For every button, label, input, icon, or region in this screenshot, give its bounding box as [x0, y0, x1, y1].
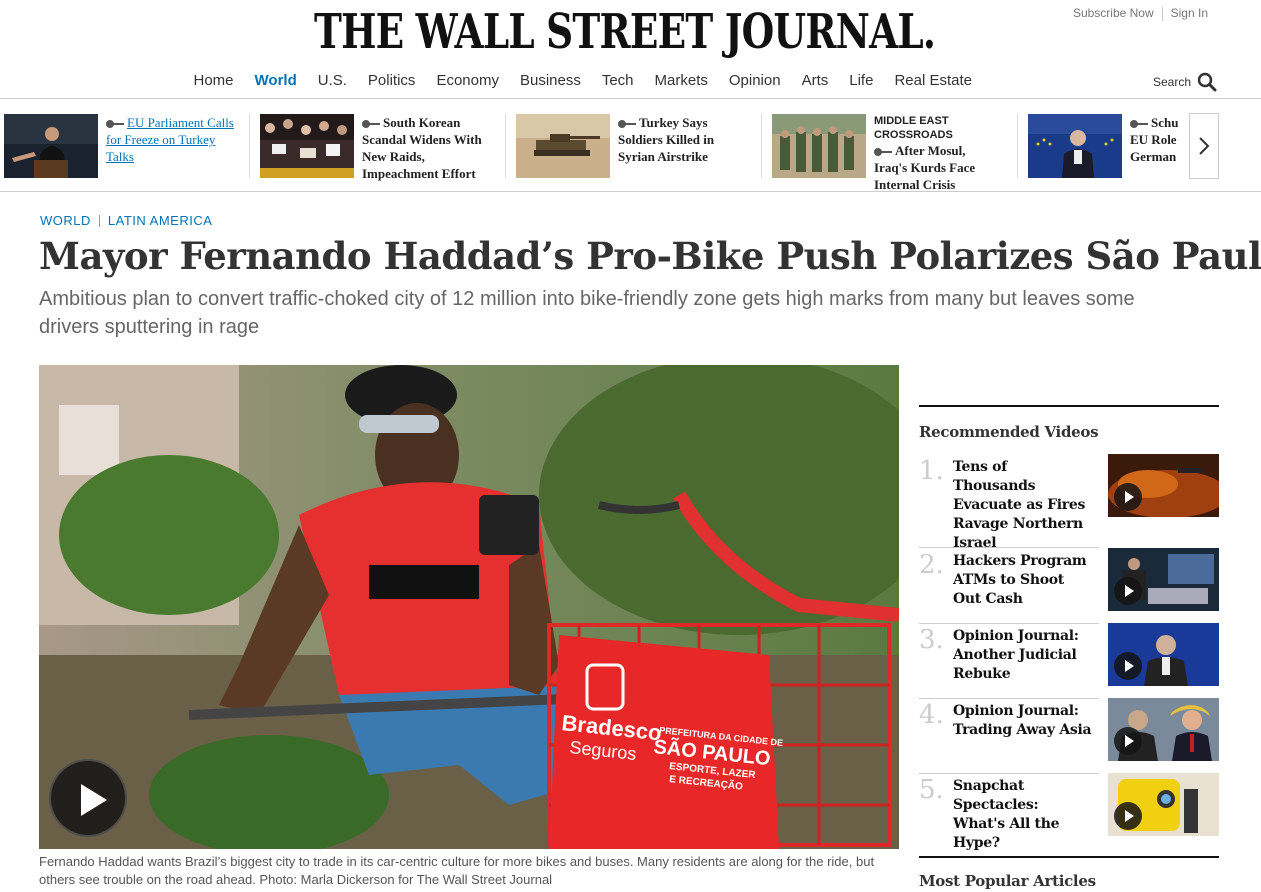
key-icon [106, 120, 124, 129]
divider [505, 114, 506, 178]
main-nav: Home World U.S. Politics Economy Busines… [183, 72, 982, 89]
search-label: Search [1152, 75, 1191, 89]
play-icon[interactable] [49, 759, 127, 837]
photo-caption: Fernando Haddad wants Brazil’s biggest c… [39, 854, 875, 887]
divider [98, 214, 100, 227]
video-thumbnail[interactable] [1108, 623, 1219, 686]
ticker-item[interactable]: EU Parliament Calls for Freeze on Turkey… [4, 114, 236, 180]
video-title[interactable]: Opinion Journal: Trading Away Asia [953, 702, 1093, 740]
nav-arts[interactable]: Arts [791, 72, 839, 89]
ticker-thumbnail [1028, 114, 1122, 178]
key-icon [874, 148, 892, 157]
nav-economy[interactable]: Economy [426, 72, 510, 89]
video-rank: 3. [919, 625, 944, 655]
ticker-item[interactable]: Turkey Says Soldiers Killed in Syrian Ai… [516, 114, 748, 180]
video-thumbnail[interactable] [1108, 698, 1219, 761]
breadcrumb-latin-america[interactable]: LATIN AMERICA [108, 213, 213, 228]
play-icon[interactable] [1114, 483, 1142, 511]
ticker-headline[interactable]: MIDDLE EAST CROSSROADS After Mosul, Iraq… [874, 114, 994, 192]
divider [1017, 114, 1018, 178]
video-item[interactable]: 5. Snapchat Spectacles: What's All the H… [919, 773, 1219, 851]
search-button[interactable]: Search [1153, 72, 1217, 92]
ticker-thumbnail [260, 114, 354, 178]
wsj-logo[interactable]: THE WALL STREET JOURNAL. [314, 4, 936, 64]
recommended-videos: Recommended Videos 1. Tens of Thousands … [919, 405, 1219, 851]
nav-business[interactable]: Business [509, 72, 591, 89]
nav-home[interactable]: Home [183, 72, 244, 89]
article-dek: Ambitious plan to convert traffic-choked… [39, 288, 1135, 338]
subscribe-link[interactable]: Subscribe Now [1065, 6, 1162, 21]
divider [919, 856, 1219, 858]
ticker-kicker: MIDDLE EAST CROSSROADS [874, 115, 953, 141]
play-icon[interactable] [1114, 802, 1142, 830]
video-rank: 5. [919, 775, 944, 805]
masthead: THE WALL STREET JOURNAL. Subscribe Now S… [0, 0, 1261, 99]
play-icon[interactable] [1114, 652, 1142, 680]
nav-real-estate[interactable]: Real Estate [884, 72, 983, 89]
video-rank: 2. [919, 550, 944, 580]
ticker-item[interactable]: South Korean Scandal Widens With New Rai… [260, 114, 492, 181]
key-icon [618, 120, 636, 129]
nav-markets[interactable]: Markets [644, 72, 718, 89]
ticker-next-button[interactable] [1189, 113, 1219, 179]
ticker-thumbnail [516, 114, 610, 178]
nav-us[interactable]: U.S. [307, 72, 357, 89]
ticker-headline[interactable]: EU Parliament Calls for Freeze on Turkey… [106, 114, 236, 180]
play-icon[interactable] [1114, 727, 1142, 755]
nav-life[interactable]: Life [839, 72, 884, 89]
headline-ticker: EU Parliament Calls for Freeze on Turkey… [0, 100, 1261, 192]
search-icon [1197, 72, 1217, 92]
video-item[interactable]: 2. Hackers Program ATMs to Shoot Out Cas… [919, 548, 1219, 624]
account-links: Subscribe Now Sign In [1065, 6, 1216, 21]
ticker-thumbnail [4, 114, 98, 178]
play-icon[interactable] [1114, 577, 1142, 605]
nav-politics[interactable]: Politics [357, 72, 426, 89]
video-item[interactable]: 1. Tens of Thousands Evacuate as Fires R… [919, 454, 1219, 551]
divider [249, 114, 250, 178]
nav-world[interactable]: World [244, 72, 307, 89]
key-icon [362, 120, 380, 129]
ticker-item[interactable]: MIDDLE EAST CROSSROADS After Mosul, Iraq… [772, 114, 994, 192]
ticker-headline[interactable]: Turkey Says Soldiers Killed in Syrian Ai… [618, 114, 748, 180]
signin-link[interactable]: Sign In [1163, 6, 1216, 21]
video-thumbnail[interactable] [1108, 773, 1219, 836]
nav-tech[interactable]: Tech [591, 72, 644, 89]
video-title[interactable]: Snapchat Spectacles: What's All the Hype… [953, 777, 1093, 853]
video-thumbnail[interactable] [1108, 454, 1219, 517]
video-title[interactable]: Hackers Program ATMs to Shoot Out Cash [953, 552, 1093, 609]
video-rank: 1. [919, 456, 944, 486]
divider [919, 405, 1219, 407]
hero-video[interactable]: Bradesco Seguros PREFEITURA DA CIDADE DE… [39, 365, 899, 849]
hero-image: Bradesco Seguros PREFEITURA DA CIDADE DE… [39, 365, 899, 849]
breadcrumb: WORLD LATIN AMERICA [40, 213, 212, 228]
most-popular-title: Most Popular Articles [919, 872, 1096, 890]
ticker-thumbnail [772, 114, 866, 178]
video-item[interactable]: 3. Opinion Journal: Another Judicial Reb… [919, 623, 1219, 699]
video-rank: 4. [919, 700, 944, 730]
key-icon [1130, 120, 1148, 129]
video-thumbnail[interactable] [1108, 548, 1219, 611]
video-item[interactable]: 4. Opinion Journal: Trading Away Asia [919, 698, 1219, 774]
recommended-videos-title: Recommended Videos [919, 423, 1099, 441]
ticker-headline[interactable]: Schu EU Role German [1130, 114, 1180, 180]
divider [761, 114, 762, 178]
chevron-right-icon [1199, 137, 1210, 155]
video-title[interactable]: Tens of Thousands Evacuate as Fires Rava… [953, 458, 1093, 553]
breadcrumb-world[interactable]: WORLD [40, 213, 91, 228]
ticker-headline[interactable]: South Korean Scandal Widens With New Rai… [362, 114, 492, 181]
article-headline: Mayor Fernando Haddad’s Pro-Bike Push Po… [39, 234, 1261, 278]
ticker-item[interactable]: Schu EU Role German [1028, 114, 1180, 180]
most-popular-articles: Most Popular Articles [919, 856, 1219, 890]
nav-opinion[interactable]: Opinion [718, 72, 791, 89]
video-title[interactable]: Opinion Journal: Another Judicial Rebuke [953, 627, 1093, 684]
